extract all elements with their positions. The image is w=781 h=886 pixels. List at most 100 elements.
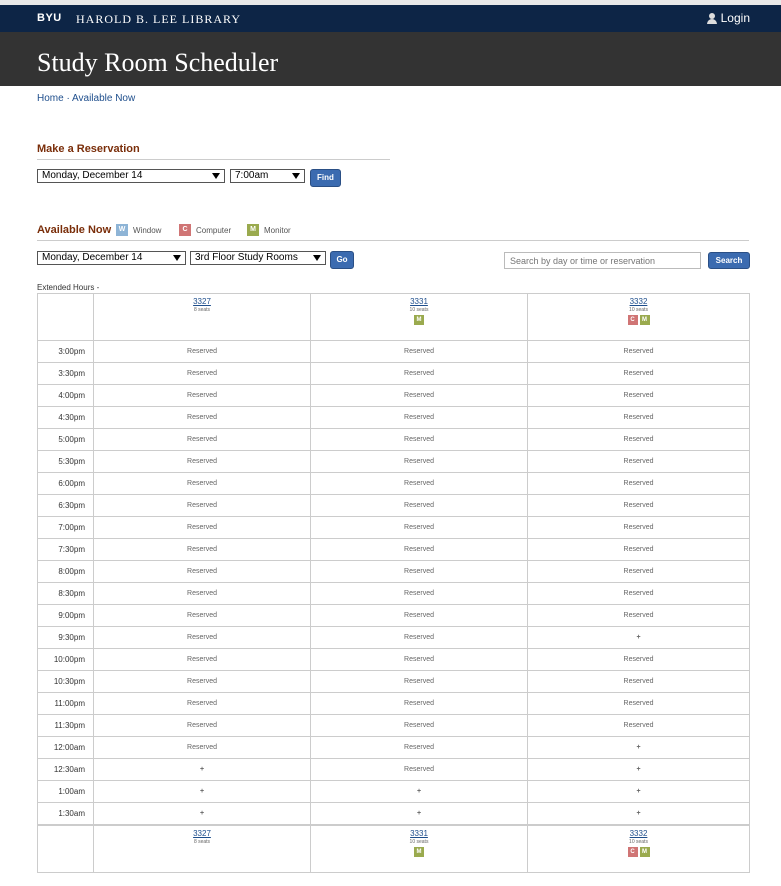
time-slot-row: 3:30pm Reserved Reserved Reserved: [37, 362, 750, 385]
location-select[interactable]: 3rd Floor Study Rooms: [190, 251, 326, 265]
go-button[interactable]: Go: [330, 251, 354, 269]
time-slot-row: 5:00pm Reserved Reserved Reserved: [37, 428, 750, 451]
time-label: 1:00am: [37, 780, 94, 803]
monitor-badge-icon: M: [639, 847, 650, 857]
room-header-cell: 3332 10 seats C M: [527, 293, 750, 341]
available-slot[interactable]: +: [527, 802, 750, 826]
reserved-slot: Reserved: [527, 692, 750, 715]
monitor-badge-icon: M: [414, 847, 424, 857]
time-label: 8:30pm: [37, 582, 94, 605]
room-features: CM: [528, 847, 749, 857]
time-slot-row: 4:00pm Reserved Reserved Reserved: [37, 384, 750, 407]
time-label: 9:30pm: [37, 626, 94, 649]
time-label: 12:00am: [37, 736, 94, 759]
time-label: 5:30pm: [37, 450, 94, 473]
reserved-slot: Reserved: [310, 560, 528, 583]
available-slot[interactable]: +: [310, 780, 528, 803]
legend-label: Monitor: [264, 225, 291, 235]
room-seats: 8 seats: [193, 839, 211, 845]
divider: [37, 240, 749, 241]
room-link[interactable]: 3331: [311, 297, 527, 306]
byu-logo[interactable]: BYU: [37, 12, 62, 24]
reserved-slot: Reserved: [527, 362, 750, 385]
time-label: 11:00pm: [37, 692, 94, 715]
time-label: 10:30pm: [37, 670, 94, 693]
time-slot-row: 3:00pm Reserved Reserved Reserved: [37, 340, 750, 363]
room-link[interactable]: 3332: [528, 829, 749, 838]
time-label: 5:00pm: [37, 428, 94, 451]
make-reservation-heading: Make a Reservation: [37, 143, 140, 155]
window-badge-icon: W: [116, 224, 128, 236]
available-slot[interactable]: +: [310, 802, 528, 826]
legend-window: W Window: [116, 224, 161, 236]
available-slot[interactable]: +: [93, 758, 311, 781]
library-name[interactable]: HAROLD B. LEE LIBRARY: [76, 12, 241, 27]
monitor-badge-icon: M: [639, 315, 650, 325]
reserved-slot: Reserved: [93, 604, 311, 627]
reserved-slot: Reserved: [310, 340, 528, 363]
reservation-time-select[interactable]: 7:00am: [230, 169, 305, 183]
reserved-slot: Reserved: [93, 362, 311, 385]
reserved-slot: Reserved: [527, 670, 750, 693]
room-link[interactable]: 3332: [528, 297, 749, 306]
login-link[interactable]: Login: [706, 11, 750, 25]
reserved-slot: Reserved: [527, 472, 750, 495]
time-slot-row: 9:30pm Reserved Reserved +: [37, 626, 750, 649]
reserved-slot: Reserved: [93, 384, 311, 407]
time-slot-row: 1:30am + + +: [37, 802, 750, 826]
available-slot[interactable]: +: [527, 758, 750, 781]
reserved-slot: Reserved: [310, 362, 528, 385]
breadcrumb-home[interactable]: Home: [37, 93, 64, 104]
divider: [37, 159, 390, 160]
room-link[interactable]: 3331: [311, 829, 527, 838]
reserved-slot: Reserved: [310, 384, 528, 407]
monitor-badge-icon: M: [247, 224, 259, 236]
search-button[interactable]: Search: [708, 252, 750, 269]
reserved-slot: Reserved: [93, 560, 311, 583]
reserved-slot: Reserved: [93, 472, 311, 495]
reserved-slot: Reserved: [93, 648, 311, 671]
reserved-slot: Reserved: [527, 406, 750, 429]
reserved-slot: Reserved: [527, 428, 750, 451]
search-input[interactable]: [504, 252, 701, 269]
header-corner-cell: [37, 293, 94, 341]
reserved-slot: Reserved: [310, 736, 528, 759]
room-header-cell: 3331 10 seats M: [310, 293, 528, 341]
reserved-slot: Reserved: [310, 648, 528, 671]
reserved-slot: Reserved: [527, 450, 750, 473]
reserved-slot: Reserved: [93, 340, 311, 363]
time-label: 1:30am: [37, 802, 94, 826]
available-slot[interactable]: +: [93, 780, 311, 803]
reserved-slot: Reserved: [93, 450, 311, 473]
time-label: 3:00pm: [37, 340, 94, 363]
reserved-slot: Reserved: [527, 648, 750, 671]
available-slot[interactable]: +: [527, 736, 750, 759]
reserved-slot: Reserved: [310, 670, 528, 693]
find-button[interactable]: Find: [310, 169, 341, 187]
room-link[interactable]: 3327: [94, 297, 310, 306]
reserved-slot: Reserved: [93, 736, 311, 759]
computer-badge-icon: C: [179, 224, 191, 236]
time-label: 11:30pm: [37, 714, 94, 737]
reservation-date-select[interactable]: Monday, December 14: [37, 169, 225, 183]
reserved-slot: Reserved: [93, 626, 311, 649]
top-navbar: BYU HAROLD B. LEE LIBRARY Login: [0, 0, 781, 32]
room-header-cell: 3327 8 seats: [93, 293, 311, 341]
reserved-slot: Reserved: [93, 582, 311, 605]
time-label: 6:00pm: [37, 472, 94, 495]
title-banner: Study Room Scheduler: [0, 32, 781, 86]
time-slot-row: 8:30pm Reserved Reserved Reserved: [37, 582, 750, 605]
available-date-select[interactable]: Monday, December 14: [37, 251, 186, 265]
time-label: 7:30pm: [37, 538, 94, 561]
time-label: 10:00pm: [37, 648, 94, 671]
room-seats: 10 seats: [409, 307, 429, 313]
room-header-cell: 3327 8 seats: [93, 824, 311, 873]
room-link[interactable]: 3327: [94, 829, 310, 838]
available-slot[interactable]: +: [527, 780, 750, 803]
available-slot[interactable]: +: [93, 802, 311, 826]
time-label: 7:00pm: [37, 516, 94, 539]
time-label: 8:00pm: [37, 560, 94, 583]
legend-monitor: M Monitor: [247, 224, 291, 236]
available-slot[interactable]: +: [527, 626, 750, 649]
breadcrumb-available-now[interactable]: Available Now: [72, 93, 135, 104]
